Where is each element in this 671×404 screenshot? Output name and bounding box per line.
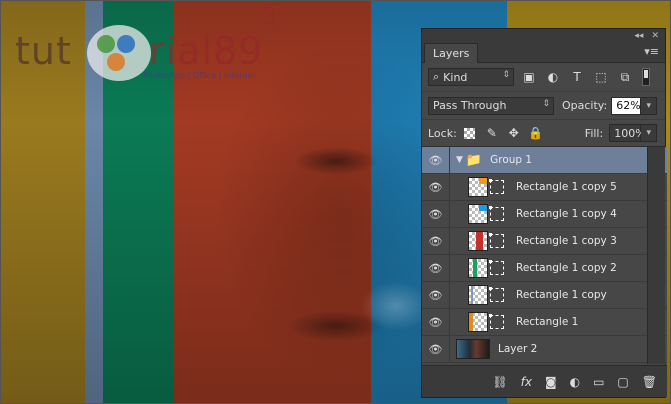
vector-mask-icon	[489, 206, 504, 221]
layer-row-photo[interactable]: 👁 Layer 2	[422, 335, 667, 363]
watermark-tagline: Photoshop | Office | Internet	[143, 71, 256, 80]
watermark-text-right: rial89	[149, 29, 264, 73]
layer-name: Rectangle 1 copy 3	[516, 235, 617, 247]
layer-thumbnail	[468, 285, 488, 305]
filter-kind-label: Kind	[443, 70, 468, 84]
layer-row[interactable]: 👁 Rectangle 1	[422, 308, 667, 336]
layer-name: Rectangle 1 copy 2	[516, 262, 617, 274]
badge-circle-blue	[117, 35, 135, 53]
trash-icon[interactable]: 🗑	[642, 375, 657, 389]
adjustment-filter-icon[interactable]: ◐	[544, 68, 562, 86]
layer-thumbnail	[468, 258, 488, 278]
eye-icon[interactable]: 👁	[422, 173, 450, 201]
opacity-label: Opacity:	[562, 99, 608, 112]
badge-circle-green	[97, 35, 115, 53]
eye-icon[interactable]: 👁	[422, 227, 450, 255]
layer-row[interactable]: 👁 Rectangle 1 copy 4	[422, 200, 667, 228]
watermark-com: .COM	[263, 0, 278, 29]
link-icon[interactable]: ⛓	[492, 375, 507, 389]
eye-icon[interactable]: 👁	[422, 146, 450, 174]
vector-mask-icon	[489, 260, 504, 275]
fx-icon[interactable]: fx	[521, 375, 532, 389]
blend-mode-label: Pass Through	[433, 99, 507, 112]
vector-mask-icon	[489, 233, 504, 248]
eye-icon[interactable]: 👁	[422, 254, 450, 282]
layer-thumbnail	[468, 204, 488, 224]
fill-input[interactable]: 100%	[609, 124, 646, 142]
tab-layers[interactable]: Layers	[424, 43, 479, 63]
layers-scrollbar[interactable]	[647, 147, 665, 364]
filter-row: ⌕ Kind ⇕ ▣ ◐ T ⬚ ⧉	[422, 63, 665, 91]
layers-panel: ◂◂ ✕ Layers ▾≡ ⌕ Kind ⇕ ▣ ◐ T ⬚ ⧉ Pass T…	[421, 28, 667, 398]
lock-brush-icon[interactable]: ✎	[483, 124, 501, 142]
layer-name: Layer 2	[498, 343, 538, 355]
layer-thumbnail	[468, 177, 488, 197]
layer-name: Rectangle 1 copy	[516, 289, 607, 301]
photo-thumbnail	[456, 339, 490, 359]
eye-icon[interactable]: 👁	[422, 335, 450, 363]
lock-transparent-icon[interactable]	[461, 124, 479, 142]
badge-circle-orange	[107, 53, 125, 71]
close-icon[interactable]: ✕	[651, 31, 659, 41]
select-arrow-icon: ⇕	[542, 98, 550, 109]
layer-row[interactable]: 👁 Rectangle 1 copy 2	[422, 254, 667, 282]
select-arrow-icon: ⇕	[502, 70, 510, 80]
new-layer-icon[interactable]: ▢	[617, 375, 628, 389]
type-filter-icon[interactable]: T	[568, 68, 586, 86]
layer-row[interactable]: 👁 Rectangle 1 copy	[422, 281, 667, 309]
eye-icon[interactable]: 👁	[422, 200, 450, 228]
filter-toggle[interactable]	[642, 68, 650, 86]
vector-mask-icon	[489, 314, 504, 329]
vector-mask-icon	[489, 179, 504, 194]
lock-move-icon[interactable]: ✥	[505, 124, 523, 142]
smart-object-filter-icon[interactable]: ⧉	[616, 68, 634, 86]
shape-filter-icon[interactable]: ⬚	[592, 68, 610, 86]
opacity-input[interactable]: 62%	[611, 96, 642, 115]
watermark-text-left: tut	[15, 29, 72, 73]
lock-label: Lock:	[428, 126, 457, 140]
folder-icon: 📁	[465, 152, 483, 168]
panel-tabrow: Layers ▾≡	[422, 43, 665, 63]
eye-icon[interactable]: 👁	[422, 281, 450, 309]
search-icon: ⌕	[433, 70, 440, 83]
watermark-logo: tut rial89 .COM Photoshop | Office | Int…	[11, 1, 281, 83]
menu-icon[interactable]: ▾≡	[644, 45, 659, 58]
panel-topbar: ◂◂ ✕	[422, 29, 665, 43]
layers-list: 👁 ▼ 📁 Group 1 👁 Rectangle 1 copy 5 👁 Rec…	[422, 146, 667, 364]
layer-name: Rectangle 1 copy 4	[516, 208, 617, 220]
layer-row[interactable]: 👁 Rectangle 1 copy 3	[422, 227, 667, 255]
panel-footer: ⛓ fx ◙ ◐ ▭ ▢ 🗑	[422, 365, 667, 397]
expand-arrow-icon[interactable]: ▼	[456, 155, 463, 165]
layer-row-group[interactable]: 👁 ▼ 📁 Group 1	[422, 146, 667, 174]
eye-icon[interactable]: 👁	[422, 308, 450, 336]
filter-kind-select[interactable]: ⌕ Kind ⇕	[428, 68, 514, 86]
pixel-filter-icon[interactable]: ▣	[520, 68, 538, 86]
blend-row: Pass Through ⇕ Opacity: 62% ▾	[422, 91, 665, 119]
folder-icon[interactable]: ▭	[593, 375, 604, 389]
layer-name: Rectangle 1	[516, 316, 579, 328]
collapse-icon[interactable]: ◂◂	[634, 31, 643, 41]
layer-thumbnail	[468, 312, 488, 332]
blend-mode-select[interactable]: Pass Through ⇕	[428, 96, 554, 115]
lock-all-icon[interactable]: 🔒	[527, 124, 545, 142]
watermark-badge	[87, 25, 151, 81]
layer-name: Rectangle 1 copy 5	[516, 181, 617, 193]
adjustment-icon[interactable]: ◐	[570, 375, 580, 389]
lock-row: Lock: ✎ ✥ 🔒 Fill: 100% ▾	[422, 119, 665, 147]
layer-row[interactable]: 👁 Rectangle 1 copy 5	[422, 173, 667, 201]
layer-name: Group 1	[490, 154, 533, 166]
mask-icon[interactable]: ◙	[545, 375, 557, 389]
vector-mask-icon	[489, 287, 504, 302]
fill-label: Fill:	[584, 126, 604, 140]
opacity-arrow-icon[interactable]: ▾	[641, 96, 658, 115]
fill-arrow-icon[interactable]: ▾	[641, 124, 658, 142]
layer-thumbnail	[468, 231, 488, 251]
